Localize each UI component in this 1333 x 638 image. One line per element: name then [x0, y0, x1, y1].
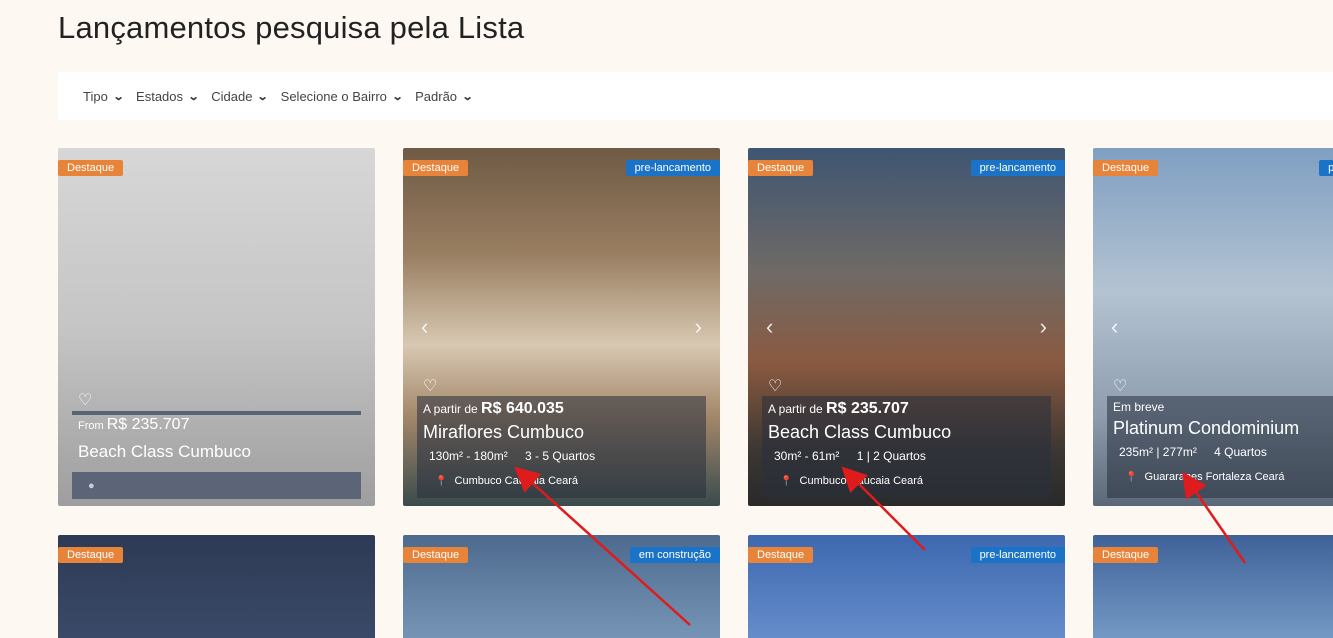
status-badge: em construção: [629, 547, 720, 563]
status-badge: pre-lancamento: [625, 160, 720, 176]
destaque-badge: Destaque: [58, 160, 124, 176]
property-card[interactable]: Destaque pre-lancamento ‹ › ♡ A partir d…: [748, 148, 1065, 506]
destaque-badge: Destaque: [1093, 160, 1159, 176]
filter-cidade[interactable]: Cidade ⌄: [211, 88, 270, 104]
heart-icon[interactable]: ♡: [423, 376, 437, 396]
property-card[interactable]: Destaque pre ‹ ♡ Em breve Platinum Condo…: [1093, 148, 1333, 506]
property-card[interactable]: Destaque pre-lancamento ‹ › ♡ A partir d…: [403, 148, 720, 506]
map-pin-icon: 📍: [435, 476, 448, 487]
price-prefix: From: [78, 420, 104, 432]
map-pin-icon: 📍: [1125, 472, 1138, 483]
page-title: Lançamentos pesquisa pela Lista: [58, 10, 525, 45]
heart-icon[interactable]: ♡: [768, 376, 782, 396]
price-prefix: A partir de: [423, 402, 478, 416]
price-line: A partir de R$ 235.707: [768, 400, 1045, 418]
location: 📍 Cumbuco Caucaia Ceará: [768, 469, 1045, 491]
rooms-text: 4 Quartos: [1214, 445, 1267, 459]
area-text: 30m² - 61m²: [774, 449, 840, 463]
destaque-badge: Destaque: [748, 547, 814, 563]
specs: 130m² - 180m² 3 - 5 Quartos: [423, 449, 700, 463]
property-card[interactable]: Destaque ♡ From R$ 235.707 Beach Class C…: [58, 148, 375, 506]
card-info: A partir de R$ 640.035 Miraflores Cumbuc…: [417, 396, 706, 498]
destaque-badge: Destaque: [1093, 547, 1159, 563]
carousel-prev-icon[interactable]: ‹: [766, 314, 773, 340]
chevron-down-icon: ⌄: [257, 90, 270, 103]
price-value: R$ 235.707: [106, 416, 190, 433]
specs: 235m² | 277m² 4 Quartos: [1113, 445, 1333, 459]
chevron-down-icon: ⌄: [391, 90, 404, 103]
area-text: 130m² - 180m²: [429, 449, 508, 463]
property-title[interactable]: Beach Class Cumbuco: [78, 442, 251, 462]
price-prefix: A partir de: [768, 402, 823, 416]
status-badge: pre-lancamento: [970, 547, 1065, 563]
map-pin-icon: ●: [88, 480, 95, 492]
destaque-badge: Destaque: [748, 160, 814, 176]
price-prefix: Em breve: [1113, 400, 1165, 414]
property-card[interactable]: Destaque em construção: [403, 535, 720, 638]
card-info: A partir de R$ 235.707 Beach Class Cumbu…: [762, 396, 1051, 498]
map-pin-icon: 📍: [780, 476, 793, 487]
filter-label: Estados: [136, 88, 184, 104]
property-title[interactable]: Beach Class Cumbuco: [768, 422, 1045, 443]
chevron-down-icon: ⌄: [461, 90, 474, 103]
filter-label: Selecione o Bairro: [280, 88, 387, 104]
rooms-text: 1 | 2 Quartos: [856, 449, 926, 463]
filter-estados[interactable]: Estados ⌄: [136, 88, 200, 104]
price-value: R$ 235.707: [826, 400, 909, 417]
heart-icon[interactable]: ♡: [1113, 376, 1127, 396]
property-title[interactable]: Platinum Condominium: [1113, 418, 1333, 439]
location-text: Cumbuco Caucaia Ceará: [799, 475, 924, 487]
location-box: ●: [72, 472, 361, 499]
chevron-down-icon: ⌄: [187, 90, 200, 103]
filter-label: Padrão: [415, 88, 458, 104]
card-info: Em breve Platinum Condominium 235m² | 27…: [1107, 396, 1333, 498]
divider: [72, 411, 361, 415]
location: 📍 Guararapes Fortaleza Ceará: [1113, 465, 1333, 487]
destaque-badge: Destaque: [403, 160, 469, 176]
filter-padrao[interactable]: Padrão ⌄: [415, 88, 474, 104]
property-card[interactable]: Destaque: [58, 535, 375, 638]
rooms-text: 3 - 5 Quartos: [525, 449, 596, 463]
carousel-next-icon[interactable]: ›: [1040, 314, 1047, 340]
carousel-prev-icon[interactable]: ‹: [1111, 314, 1118, 340]
filter-label: Cidade: [211, 88, 253, 104]
destaque-badge: Destaque: [58, 547, 124, 563]
status-badge: pre-lancamento: [970, 160, 1065, 176]
price-line: Em breve: [1113, 400, 1333, 414]
heart-icon[interactable]: ♡: [78, 390, 92, 410]
carousel-prev-icon[interactable]: ‹: [421, 314, 428, 340]
filter-tipo[interactable]: Tipo ⌄: [83, 88, 125, 104]
property-title[interactable]: Miraflores Cumbuco: [423, 422, 700, 443]
chevron-down-icon: ⌄: [112, 90, 125, 103]
location-text: Cumbuco Caucaia Ceará: [454, 475, 579, 487]
property-card[interactable]: Destaque pre-lancamento: [748, 535, 1065, 638]
specs: 30m² - 61m² 1 | 2 Quartos: [768, 449, 1045, 463]
property-card[interactable]: Destaque: [1093, 535, 1333, 638]
destaque-badge: Destaque: [403, 547, 469, 563]
status-badge: pre: [1319, 160, 1333, 176]
location: 📍 Cumbuco Caucaia Ceará: [423, 469, 700, 491]
price-line: A partir de R$ 640.035: [423, 400, 700, 418]
filter-bar: Tipo ⌄ Estados ⌄ Cidade ⌄ Selecione o Ba…: [58, 72, 1333, 120]
filter-bairro[interactable]: Selecione o Bairro ⌄: [280, 88, 404, 104]
price-value: R$ 640.035: [481, 400, 564, 417]
area-text: 235m² | 277m²: [1119, 445, 1197, 459]
filter-label: Tipo: [83, 88, 108, 104]
location-text: Guararapes Fortaleza Ceará: [1144, 471, 1285, 483]
carousel-next-icon[interactable]: ›: [695, 314, 702, 340]
price-line: From R$ 235.707: [78, 416, 189, 434]
